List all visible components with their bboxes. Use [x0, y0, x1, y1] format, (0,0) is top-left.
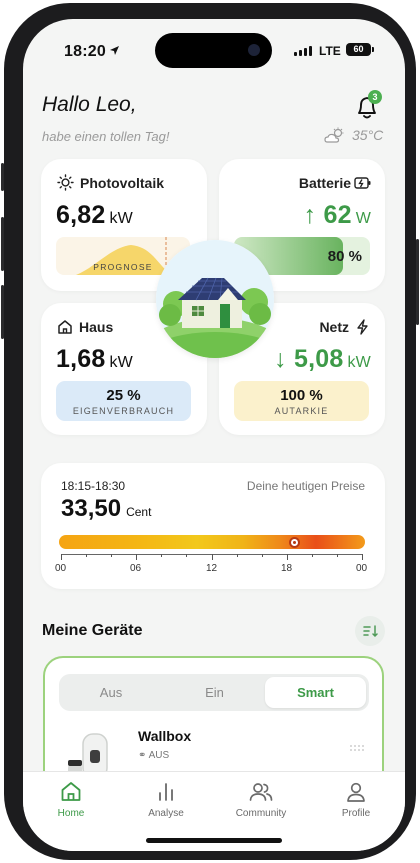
- lightning-icon: [357, 319, 368, 335]
- tab-label: Profile: [341, 808, 371, 819]
- app-screen: 18:20 LTE 60 Hallo Leo, habe einen tolle…: [23, 19, 405, 851]
- netz-title: Netz: [319, 319, 349, 335]
- greeting-subtitle: habe einen tollen Tag!: [42, 129, 170, 144]
- network-label: LTE: [319, 44, 341, 58]
- plug-icon: ⚭: [138, 750, 149, 761]
- tick-label: 18: [281, 563, 293, 574]
- tab-community[interactable]: Community: [226, 780, 296, 819]
- price-time-range: 18:15-18:30: [61, 479, 126, 493]
- battery-charging-icon: [354, 177, 371, 189]
- eigenverbrauch-pill: 25 % EIGENVERBRAUCH: [56, 381, 191, 421]
- autarkie-label: AUTARKIE: [274, 406, 329, 416]
- autarkie-value: 100 %: [280, 387, 323, 404]
- mode-ein[interactable]: Ein: [163, 674, 266, 711]
- current-price-marker[interactable]: [289, 537, 300, 548]
- community-icon: [249, 783, 273, 801]
- wallbox-name: Wallbox: [138, 728, 192, 744]
- tab-label: Home: [57, 808, 85, 819]
- tick-label: 06: [130, 563, 142, 574]
- greeting: Hallo Leo,: [42, 93, 137, 116]
- price-gradient-bar: [59, 535, 365, 549]
- battery-charge-label: 80 %: [327, 248, 362, 265]
- signal-icon: [294, 46, 312, 56]
- sort-button[interactable]: [355, 616, 385, 646]
- profile-icon: [347, 782, 365, 802]
- phone-frame: 18:20 LTE 60 Hallo Leo, habe einen tolle…: [1, 3, 419, 860]
- haus-title: Haus: [79, 319, 114, 335]
- price-card[interactable]: 18:15-18:30 Deine heutigen Preise 33,50 C…: [41, 463, 385, 589]
- mode-aus[interactable]: Aus: [59, 674, 163, 711]
- tick-label: 00: [356, 563, 368, 574]
- home-indicator: [146, 838, 282, 843]
- drag-handle-icon[interactable]: [349, 744, 367, 754]
- notification-badge: 3: [368, 90, 382, 104]
- weather: 35°C: [324, 127, 383, 143]
- autarkie-pill: 100 % AUTARKIE: [234, 381, 369, 421]
- tick-label: 00: [55, 563, 67, 574]
- price-caption: Deine heutigen Preise: [246, 479, 365, 493]
- tab-profile[interactable]: Profile: [321, 780, 391, 819]
- eigenverbrauch-value: 25 %: [106, 387, 141, 404]
- battery-icon: 60: [346, 43, 371, 56]
- batterie-title: Batterie: [298, 175, 351, 191]
- sun-icon: [57, 174, 74, 191]
- mode-smart[interactable]: Smart: [265, 677, 366, 708]
- tab-bar: Home Analyse Community Profile: [23, 771, 405, 851]
- batterie-value: ↑ 62 W: [303, 201, 371, 229]
- price-value: 33,50 Cent: [61, 495, 152, 522]
- tab-home[interactable]: Home: [36, 780, 106, 819]
- house-icon: [58, 320, 72, 334]
- tab-label: Community: [235, 808, 287, 819]
- devices-title: Meine Geräte: [42, 622, 143, 639]
- dynamic-island: [155, 33, 272, 68]
- house-illustration: [156, 240, 274, 358]
- haus-value: 1,68 kW: [56, 345, 133, 373]
- location-arrow-icon: [110, 46, 119, 55]
- tick-label: 12: [206, 563, 218, 574]
- analyse-icon: [159, 783, 173, 801]
- photovoltaik-title: Photovoltaik: [80, 175, 165, 191]
- photovoltaik-value: 6,82 kW: [56, 201, 133, 229]
- partly-cloudy-icon: [324, 127, 344, 143]
- wallbox-status: ⚭ AUS: [138, 750, 170, 761]
- eigenverbrauch-label: EIGENVERBRAUCH: [72, 406, 175, 416]
- sort-icon: [363, 625, 378, 638]
- tab-label: Analyse: [148, 808, 184, 819]
- status-time: 18:20: [64, 43, 106, 60]
- netz-value: ↓ 5,08 kW: [274, 345, 371, 373]
- status-bar: 18:20 LTE 60: [23, 19, 405, 75]
- home-icon: [61, 782, 81, 801]
- tab-analyse[interactable]: Analyse: [131, 780, 201, 819]
- temperature: 35°C: [352, 127, 384, 143]
- mode-segmented-control: Aus Ein Smart: [59, 674, 369, 711]
